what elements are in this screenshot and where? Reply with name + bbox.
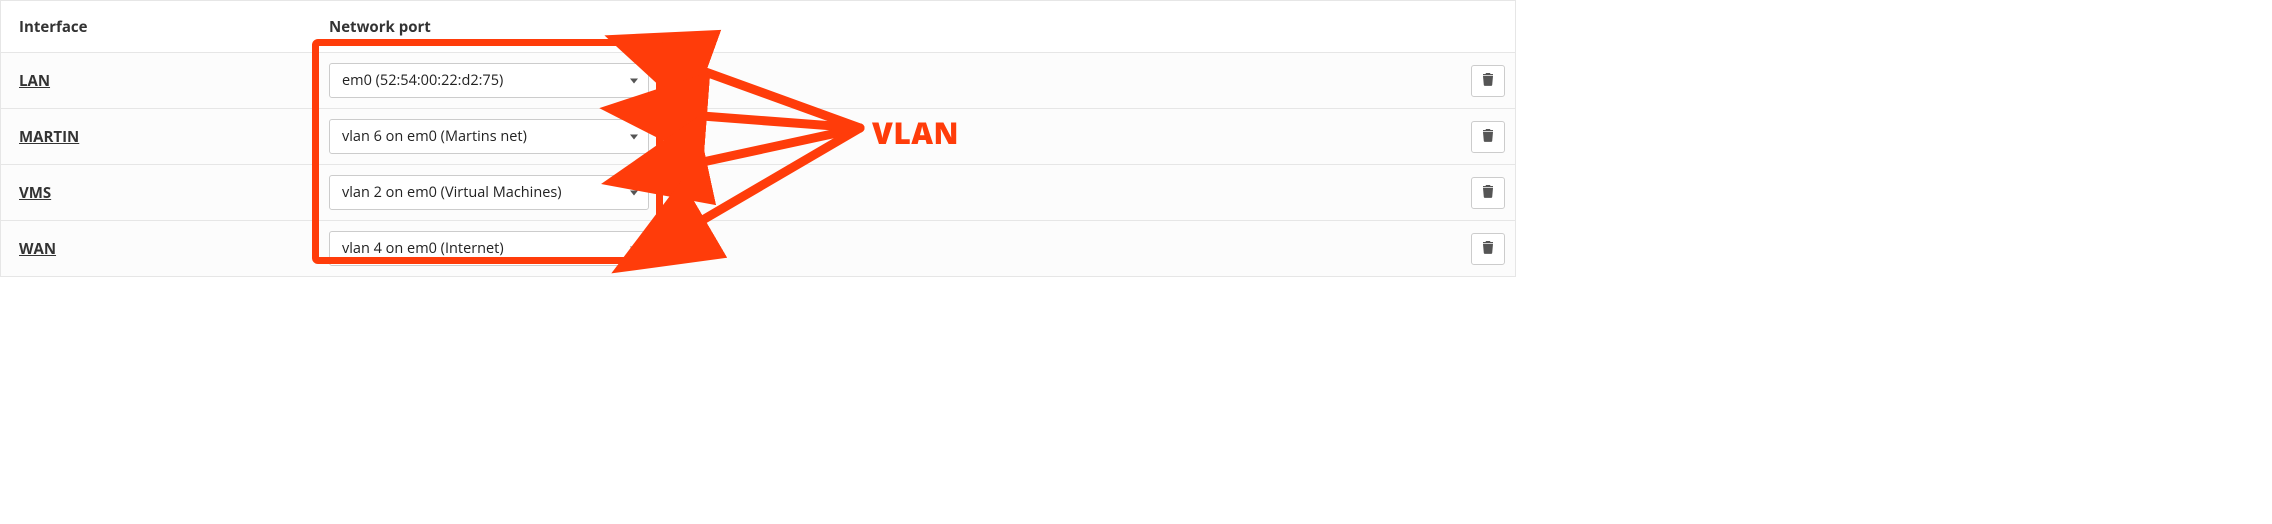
select-value: em0 (52:54:00:22:d2:75)	[342, 71, 503, 90]
chevron-down-icon	[630, 78, 638, 83]
delete-button[interactable]	[1471, 233, 1505, 265]
interface-link-martin[interactable]: MARTIN	[19, 127, 79, 147]
select-value: vlan 2 on em0 (Virtual Machines)	[342, 183, 562, 202]
delete-button[interactable]	[1471, 177, 1505, 209]
interface-link-wan[interactable]: WAN	[19, 239, 56, 259]
network-port-select-vms[interactable]: vlan 2 on em0 (Virtual Machines)	[329, 175, 649, 210]
table-row: MARTIN vlan 6 on em0 (Martins net)	[1, 109, 1515, 165]
trash-icon	[1481, 183, 1495, 203]
trash-icon	[1481, 239, 1495, 259]
interface-link-lan[interactable]: LAN	[19, 71, 50, 91]
delete-button[interactable]	[1471, 65, 1505, 97]
table-row: LAN em0 (52:54:00:22:d2:75)	[1, 53, 1515, 109]
trash-icon	[1481, 127, 1495, 147]
select-value: vlan 4 on em0 (Internet)	[342, 239, 504, 258]
chevron-down-icon	[630, 134, 638, 139]
col-header-network-port: Network port	[321, 7, 851, 47]
network-port-select-wan[interactable]: vlan 4 on em0 (Internet)	[329, 231, 649, 266]
network-port-select-martin[interactable]: vlan 6 on em0 (Martins net)	[329, 119, 649, 154]
chevron-down-icon	[630, 190, 638, 195]
chevron-down-icon	[630, 246, 638, 251]
table-row: WAN vlan 4 on em0 (Internet)	[1, 221, 1515, 277]
interface-link-vms[interactable]: VMS	[19, 183, 51, 203]
trash-icon	[1481, 71, 1495, 91]
select-value: vlan 6 on em0 (Martins net)	[342, 127, 527, 146]
table-header-row: Interface Network port	[1, 1, 1515, 53]
table-row: VMS vlan 2 on em0 (Virtual Machines)	[1, 165, 1515, 221]
col-header-interface: Interface	[1, 7, 321, 47]
network-port-select-lan[interactable]: em0 (52:54:00:22:d2:75)	[329, 63, 649, 98]
interface-assignment-table: Interface Network port LAN em0 (52:54:00…	[0, 0, 1516, 277]
delete-button[interactable]	[1471, 121, 1505, 153]
